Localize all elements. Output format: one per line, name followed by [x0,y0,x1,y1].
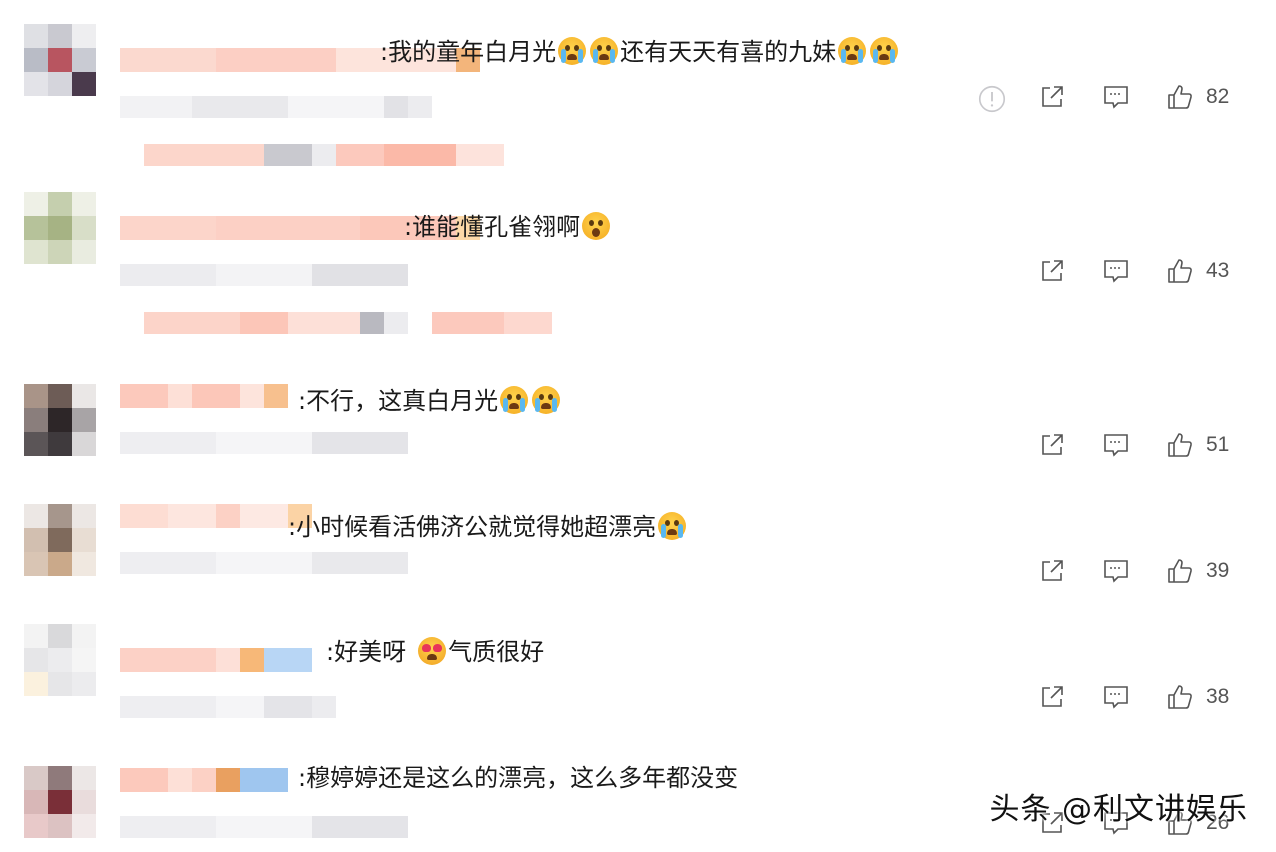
comment-text-part: :小时候看活佛济公就觉得她超漂亮 [288,513,657,541]
meta-blurred [120,264,408,286]
like-count: 39 [1206,559,1230,582]
crying-emoji-icon [590,37,619,65]
meta-blurred [120,552,408,574]
comment-text-part: :不行，这真白月光 [298,387,499,415]
crying-emoji-icon [838,37,867,65]
comment-text-part: :穆婷婷还是这么的漂亮，这么多年都没变 [298,764,739,792]
crying-emoji-icon [500,386,529,414]
username-blurred[interactable] [120,504,312,528]
comment-icon[interactable] [1102,83,1130,111]
share-icon[interactable] [1038,557,1066,585]
meta-blurred [120,816,408,838]
meta-blurred [120,696,336,718]
comment-text-part: 还有天天有喜的九妹 [620,38,837,66]
comment-actions: 43 [1002,256,1236,286]
comment-icon[interactable] [1102,557,1130,585]
comment-text-part: 气质很好 [448,638,545,666]
comment-actions: 82 [978,82,1236,113]
comment-actions: 51 [1002,430,1236,460]
warning-icon[interactable] [978,85,1006,113]
comment-text: :不行，这真白月光 [298,386,562,416]
thumbs-up-icon[interactable] [1166,257,1194,285]
comment-actions: 39 [1002,556,1236,586]
comment-icon[interactable] [1102,257,1130,285]
crying-emoji-icon [558,37,587,65]
thumbs-up-icon[interactable] [1166,83,1194,111]
avatar[interactable] [24,384,96,456]
thumbs-up-icon[interactable] [1166,557,1194,585]
comment-text-part: :好美呀 [326,638,407,666]
share-icon[interactable] [1038,683,1066,711]
share-icon[interactable] [1038,83,1066,111]
username-blurred[interactable] [120,384,288,408]
crying-emoji-icon [658,512,687,540]
comment-text-part: :谁能懂孔雀翎啊 [404,213,581,241]
avatar[interactable] [24,24,96,96]
thumbs-up-icon[interactable] [1166,431,1194,459]
share-icon[interactable] [1038,257,1066,285]
watermark: 头条 @利文讲娱乐 [989,792,1248,827]
like-count: 38 [1206,685,1230,708]
like-count: 51 [1206,433,1230,456]
comment-text: :我的童年白月光 还有天天有喜的九妹 [380,37,900,67]
comment-text: :穆婷婷还是这么的漂亮，这么多年都没变 [298,763,738,793]
heart-eyes-emoji-icon [418,637,447,665]
crying-emoji-icon [532,386,561,414]
comment-text: :谁能懂孔雀翎啊 [404,212,612,242]
comment-text: :小时候看活佛济公就觉得她超漂亮 [288,512,688,542]
crying-emoji-icon [870,37,899,65]
comment-actions: 38 [1002,682,1236,712]
shocked-emoji-icon [582,212,611,240]
reply-preview-blurred [144,312,552,334]
like-count: 82 [1206,85,1230,108]
reply-preview-blurred [144,144,504,166]
thumbs-up-icon[interactable] [1166,683,1194,711]
meta-blurred [120,96,432,118]
avatar[interactable] [24,766,96,838]
comment-icon[interactable] [1102,683,1130,711]
avatar[interactable] [24,192,96,264]
comment-text: :好美呀 气质很好 [326,637,544,667]
share-icon[interactable] [1038,431,1066,459]
comment-text-part: :我的童年白月光 [380,38,557,66]
like-count: 43 [1206,259,1230,282]
username-blurred[interactable] [120,648,312,672]
comment-icon[interactable] [1102,431,1130,459]
avatar[interactable] [24,624,96,696]
meta-blurred [120,432,408,454]
avatar[interactable] [24,504,96,576]
username-blurred[interactable] [120,768,288,792]
